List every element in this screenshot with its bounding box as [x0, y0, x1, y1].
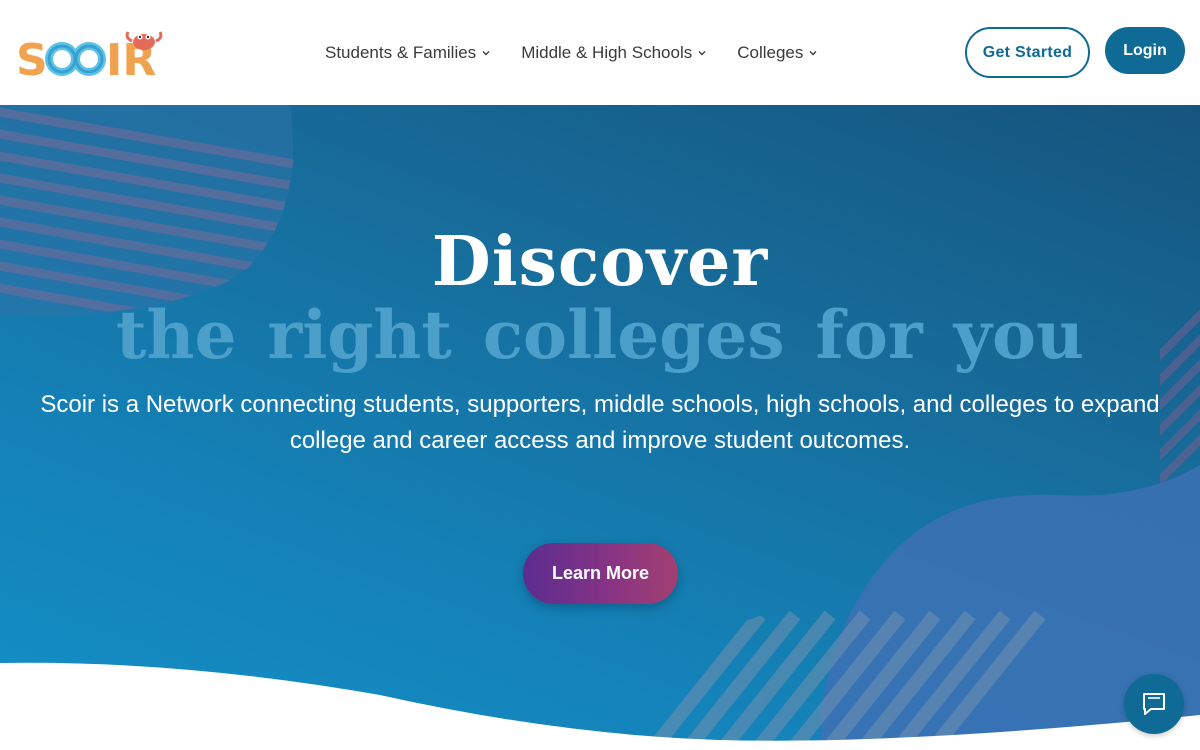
chevron-down-icon [482, 51, 490, 56]
hero-description: Scoir is a Network connecting students, … [40, 391, 1160, 454]
login-button[interactable]: Login [1105, 27, 1185, 74]
chevron-down-icon [698, 51, 706, 56]
hero-section: Discover the right colleges for you Scoi… [0, 105, 1200, 750]
scoir-logo[interactable]: S IR [16, 28, 164, 86]
chat-icon [1143, 693, 1165, 715]
main-nav: Students & Families Middle & High School… [325, 40, 818, 66]
get-started-button[interactable]: Get Started [965, 27, 1090, 78]
hero-subtitle: the right colleges for you [115, 296, 1085, 374]
nav-item-middle-high-schools[interactable]: Middle & High Schools [521, 40, 707, 66]
nav-item-colleges[interactable]: Colleges [737, 40, 818, 66]
nav-item-label: Colleges [737, 43, 804, 62]
learn-more-button[interactable]: Learn More [523, 543, 678, 604]
svg-text:S: S [16, 35, 48, 80]
site-header: S IR Students & Families Middle & High S… [0, 0, 1200, 105]
nav-item-students-families[interactable]: Students & Families [325, 40, 491, 66]
chevron-down-icon [809, 51, 817, 56]
nav-item-label: Students & Families [325, 43, 477, 62]
nav-item-label: Middle & High Schools [521, 43, 693, 62]
hero-title: Discover [431, 222, 769, 302]
chat-launcher-button[interactable] [1124, 674, 1184, 734]
